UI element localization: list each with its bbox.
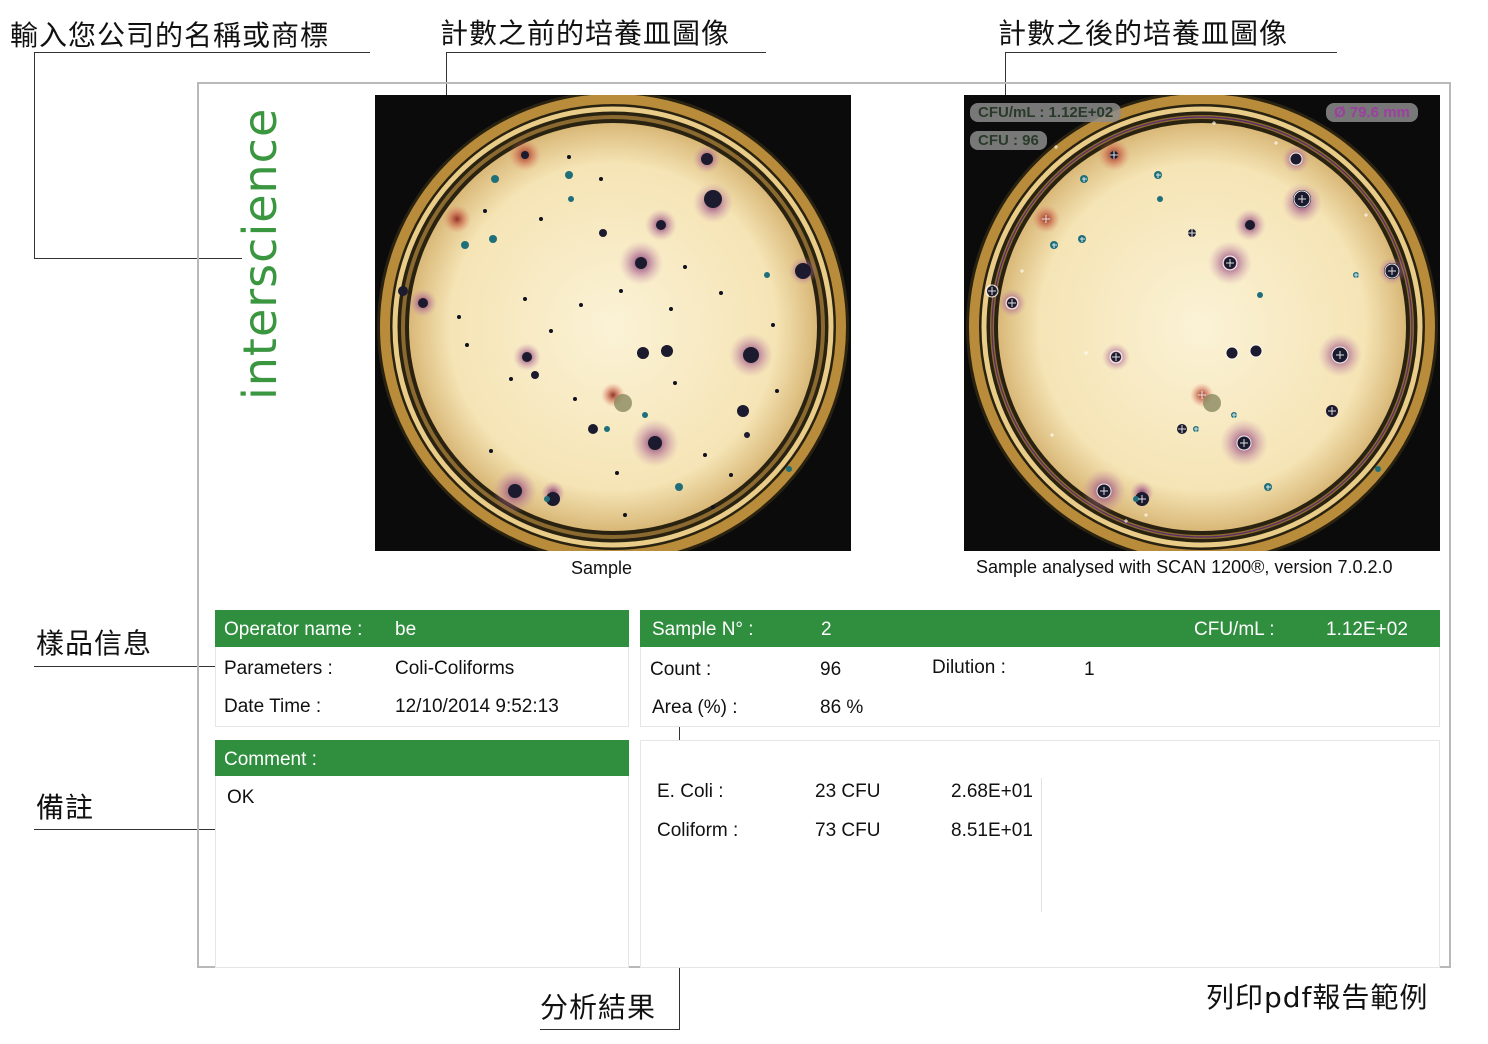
comment-bar: Comment :: [215, 740, 629, 776]
image-before-caption: Sample: [571, 558, 633, 578]
petri-image-before: [375, 95, 851, 551]
operator-value: be: [395, 619, 417, 640]
sample-number-value: 2: [821, 619, 832, 640]
operator-bar: Operator name : be: [215, 610, 629, 647]
callout-results: 分析結果: [540, 991, 657, 1024]
petri-dish-before-graphic: [377, 95, 849, 551]
area-value: 86 %: [820, 697, 864, 718]
callout-comment: 備註: [36, 791, 95, 824]
petri-dish-after-graphic: [966, 95, 1438, 551]
callout-before-underline: [446, 52, 766, 53]
sample-bar: Sample N° : 2 CFU/mL : 1.12E+02: [640, 610, 1440, 647]
badge-diameter: Ø 79.6 mm: [1326, 103, 1418, 122]
parameters-label: Parameters :: [224, 658, 333, 679]
result-cfu: 23 CFU: [815, 781, 881, 802]
results-divider: [1041, 778, 1042, 912]
callout-after-underline: [1005, 52, 1337, 53]
callout-before-image: 計數之前的培養皿圖像: [440, 17, 731, 50]
result-name: E. Coli :: [657, 781, 724, 802]
comment-label: Comment :: [224, 749, 317, 770]
datetime-label: Date Time :: [224, 696, 322, 717]
callout-logo-underline: [34, 52, 370, 53]
company-logo: interscience: [233, 107, 287, 400]
area-label: Area (%) :: [652, 697, 738, 718]
footer-caption: 列印pdf報告範例: [1206, 981, 1429, 1014]
badge-cfu-ml: CFU/mL : 1.12E+02: [970, 103, 1122, 122]
cfu-ml-label: CFU/mL :: [1194, 619, 1275, 640]
results-panel: [640, 740, 1440, 968]
callout-logo: 輸入您公司的名稱或商標: [10, 19, 330, 52]
operator-label: Operator name :: [224, 619, 363, 640]
dilution-value: 1: [1084, 659, 1095, 680]
count-label: Count :: [650, 659, 712, 680]
callout-sample-info: 樣品信息: [36, 627, 153, 660]
petri-image-after: CFU/mL : 1.12E+02 CFU : 96 Ø 79.6 mm: [964, 95, 1440, 551]
result-value: 2.68E+01: [951, 781, 1033, 802]
badge-cfu: CFU : 96: [970, 131, 1047, 150]
callout-after-image: 計數之後的培養皿圖像: [998, 17, 1289, 50]
dilution-label: Dilution :: [932, 657, 1006, 678]
callout-results-underline: [540, 1029, 680, 1030]
callout-logo-leader-v: [34, 52, 35, 258]
result-cfu: 73 CFU: [815, 820, 881, 841]
datetime-value: 12/10/2014 9:52:13: [395, 696, 559, 717]
comment-value: OK: [227, 787, 255, 808]
count-value: 96: [820, 659, 842, 680]
image-after-caption: Sample analysed with SCAN 1200®, version…: [976, 557, 1393, 577]
parameters-value: Coli-Coliforms: [395, 658, 515, 679]
result-name: Coliform :: [657, 820, 739, 841]
result-value: 8.51E+01: [951, 820, 1033, 841]
cfu-ml-value: 1.12E+02: [1326, 619, 1408, 640]
sample-number-label: Sample N° :: [652, 619, 754, 640]
